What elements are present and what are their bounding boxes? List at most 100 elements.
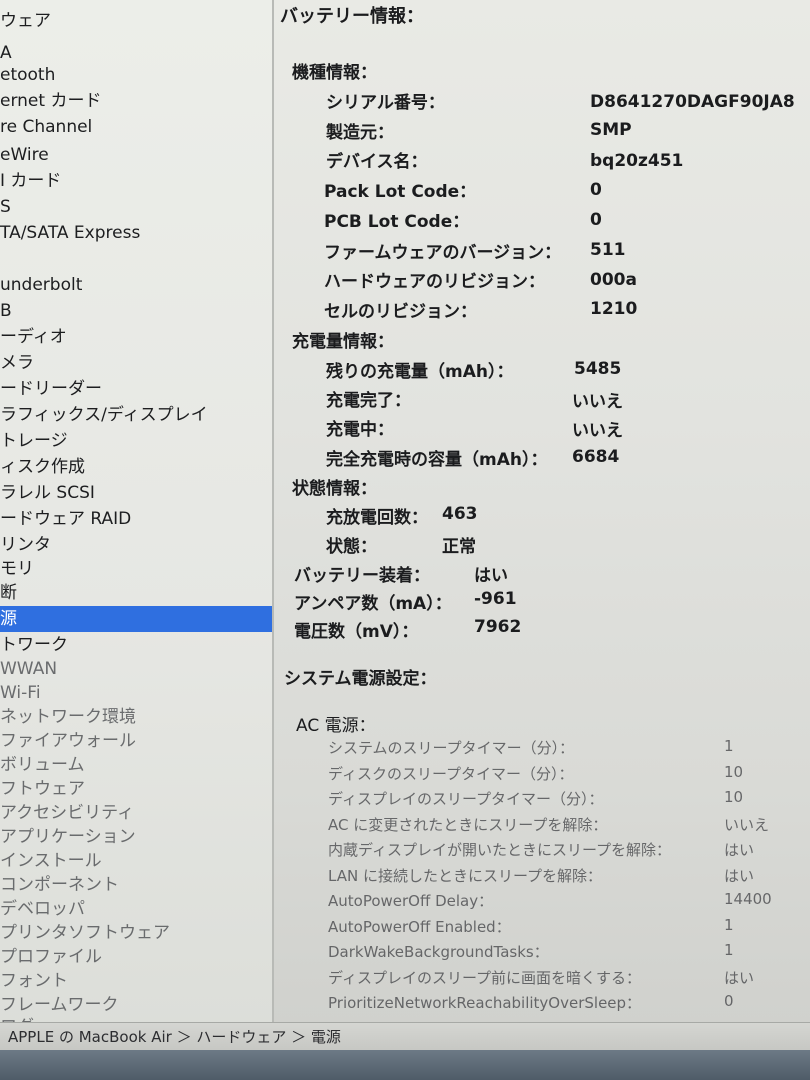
hardware-revision-label: ハードウェアのリビジョン：: [324, 272, 545, 292]
sidebar: ウェア Aetooth ernet カード re Channel eWire I カード S…: [0, 0, 274, 1030]
sidebar-item[interactable]: リンタ: [0, 532, 272, 558]
condition-value: 正常: [442, 537, 476, 557]
charging-label: 充電中：: [326, 420, 394, 440]
power-setting-value: 1: [724, 737, 734, 755]
sidebar-item[interactable]: etooth: [0, 62, 272, 88]
device-name-label: デバイス名：: [326, 152, 428, 172]
sidebar-item[interactable]: ernet カード: [0, 88, 272, 114]
sidebar-item[interactable]: S: [0, 194, 272, 220]
fully-charged-label: 充電完了：: [326, 391, 411, 411]
path-bar-text: APPLE の MacBook Air ＞ ハードウェア ＞ 電源: [8, 1028, 341, 1046]
power-setting-label: AutoPowerOff Delay：: [328, 892, 494, 910]
power-setting-label: ディスプレイのスリープタイマー（分）：: [328, 790, 604, 808]
power-setting-value: 1: [724, 916, 734, 934]
battery-installed-label: バッテリー装着：: [294, 566, 430, 586]
power-setting-label: LAN に接続したときにスリープを解除：: [328, 867, 603, 885]
full-charge-capacity-value: 6684: [572, 447, 620, 467]
battery-info-heading: バッテリー情報：: [280, 6, 424, 27]
sidebar-item[interactable]: フォント: [0, 968, 272, 994]
power-setting-label: AC に変更されたときにスリープを解除：: [328, 816, 608, 834]
sidebar-item[interactable]: B: [0, 298, 272, 324]
path-bar: APPLE の MacBook Air ＞ ハードウェア ＞ 電源: [0, 1022, 810, 1050]
sidebar-item[interactable]: ネットワーク環境: [0, 704, 272, 730]
power-setting-label: PrioritizeNetworkReachabilityOverSleep：: [328, 994, 642, 1012]
sidebar-item[interactable]: TA/SATA Express: [0, 220, 272, 246]
sidebar-item[interactable]: デベロッパ: [0, 896, 272, 922]
amperage-value: -961: [474, 589, 517, 609]
sidebar-item[interactable]: ーディオ: [0, 324, 272, 350]
sidebar-item[interactable]: ードリーダー: [0, 376, 272, 402]
sidebar-item[interactable]: コンポーネント: [0, 872, 272, 898]
sidebar-item[interactable]: WWAN: [0, 656, 272, 682]
power-setting-value: はい: [724, 841, 755, 859]
pcb-lot-code-label: PCB Lot Code：: [324, 212, 470, 232]
charging-value: いいえ: [572, 421, 623, 441]
ac-power-heading: AC 電源：: [296, 716, 376, 736]
sidebar-item[interactable]: プロファイル: [0, 944, 272, 970]
pcb-lot-code-value: 0: [590, 210, 602, 230]
power-setting-label: システムのスリープタイマー（分）：: [328, 739, 575, 757]
sidebar-item[interactable]: 源: [0, 606, 272, 632]
sidebar-item[interactable]: underbolt: [0, 272, 272, 298]
power-setting-label: 内蔵ディスプレイが開いたときにスリープを解除：: [328, 841, 672, 859]
screen-bezel: [0, 1050, 810, 1080]
pack-lot-code-label: Pack Lot Code：: [324, 182, 477, 202]
battery-installed-value: はい: [474, 566, 508, 586]
serial-number-label: シリアル番号：: [326, 93, 445, 113]
sidebar-item[interactable]: フトウェア: [0, 776, 272, 802]
sidebar-item[interactable]: ファイアウォール: [0, 728, 272, 754]
sidebar-item[interactable]: ードウェア RAID: [0, 506, 272, 532]
sidebar-item[interactable]: アプリケーション: [0, 824, 272, 850]
power-setting-value: はい: [724, 969, 755, 987]
sidebar-item[interactable]: I カード: [0, 168, 272, 194]
sidebar-item[interactable]: ウェア: [0, 8, 272, 34]
voltage-value: 7962: [474, 617, 522, 637]
power-setting-value: 10: [724, 788, 744, 806]
device-name-value: bq20z451: [590, 151, 684, 171]
sidebar-item[interactable]: ラレル SCSI: [0, 480, 272, 506]
sidebar-item[interactable]: トレージ: [0, 428, 272, 454]
sidebar-item[interactable]: eWire: [0, 142, 272, 168]
cycle-count-label: 充放電回数：: [326, 508, 428, 528]
system-power-heading: システム電源設定：: [284, 669, 437, 689]
model-info-heading: 機種情報：: [292, 63, 377, 83]
hardware-revision-value: 000a: [590, 270, 637, 290]
power-setting-value: いいえ: [724, 816, 770, 834]
power-setting-label: ディスプレイのスリープ前に画面を暗くする：: [328, 969, 642, 987]
manufacturer-value: SMP: [590, 120, 632, 140]
voltage-label: 電圧数（mV）：: [294, 622, 419, 642]
sidebar-item[interactable]: [0, 246, 272, 272]
power-setting-value: 1: [724, 941, 734, 959]
power-setting-label: ディスクのスリープタイマー（分）：: [328, 765, 574, 783]
remaining-charge-value: 5485: [574, 359, 622, 379]
power-setting-label: AutoPowerOff Enabled：: [328, 918, 511, 936]
firmware-version-value: 511: [590, 240, 626, 260]
sidebar-item[interactable]: ボリューム: [0, 752, 272, 778]
sidebar-item[interactable]: ラフィックス/ディスプレイ: [0, 402, 272, 428]
sidebar-item[interactable]: Wi-Fi: [0, 680, 272, 706]
manufacturer-label: 製造元：: [326, 123, 394, 143]
power-setting-value: 14400: [724, 890, 772, 908]
power-setting-value: はい: [724, 867, 755, 885]
amperage-label: アンペア数（mA）：: [294, 594, 452, 614]
sidebar-item[interactable]: re Channel: [0, 114, 272, 140]
charge-info-heading: 充電量情報：: [292, 332, 394, 352]
sidebar-item[interactable]: インストール: [0, 848, 272, 874]
sidebar-item[interactable]: アクセシビリティ: [0, 800, 272, 826]
system-information-window: ウェア Aetooth ernet カード re Channel eWire I カード S…: [0, 0, 810, 1050]
status-info-heading: 状態情報：: [292, 479, 377, 499]
detail-pane: バッテリー情報： 機種情報： シリアル番号： D8641270DAGF90JA8…: [274, 0, 810, 1030]
cell-revision-value: 1210: [590, 299, 638, 319]
cell-revision-label: セルのリビジョン：: [324, 302, 477, 322]
firmware-version-label: ファームウェアのバージョン：: [324, 243, 562, 263]
sidebar-item[interactable]: プリンタソフトウェア: [0, 920, 272, 946]
sidebar-item[interactable]: トワーク: [0, 632, 272, 658]
sidebar-item[interactable]: 断: [0, 580, 272, 606]
fully-charged-value: いいえ: [572, 392, 623, 412]
sidebar-item[interactable]: ィスク作成: [0, 454, 272, 480]
remaining-charge-label: 残りの充電量（mAh）：: [326, 362, 514, 382]
serial-number-value: D8641270DAGF90JA8: [590, 92, 795, 112]
sidebar-item[interactable]: メラ: [0, 350, 272, 376]
condition-label: 状態：: [326, 537, 377, 557]
sidebar-item[interactable]: モリ: [0, 556, 272, 582]
